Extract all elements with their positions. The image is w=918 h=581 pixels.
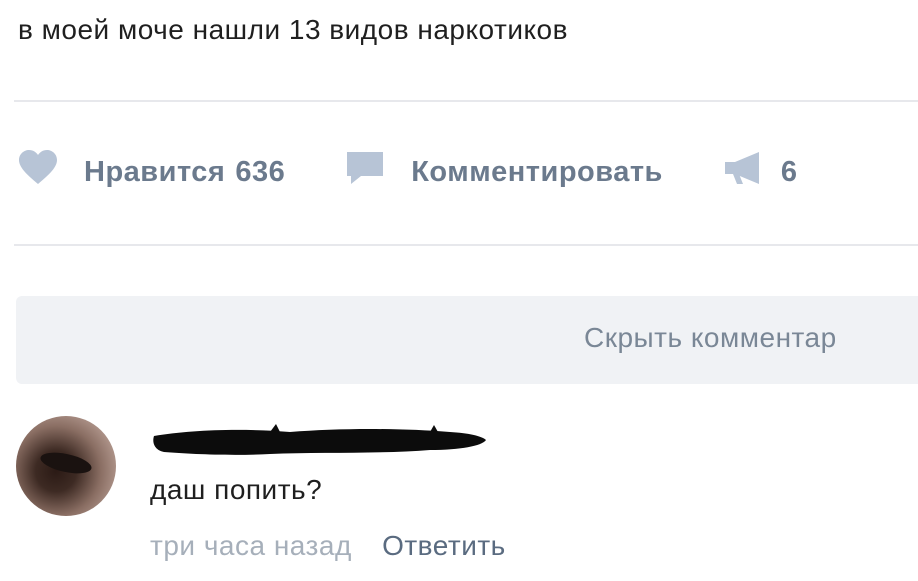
share-count: 6 — [780, 155, 798, 188]
heart-icon — [18, 150, 58, 194]
comment-button[interactable]: Комментировать — [345, 150, 663, 194]
redacted-author-name[interactable] — [150, 422, 490, 458]
like-count: 636 — [235, 155, 286, 188]
comment-label: Комментировать — [411, 155, 663, 188]
speech-bubble-icon — [345, 150, 385, 194]
megaphone-icon — [723, 150, 763, 194]
comment-text: даш попить? — [150, 474, 323, 505]
avatar-eye — [38, 448, 94, 478]
comment-meta: три часа назад Ответить — [150, 530, 506, 562]
post-text: в моей моче нашли 13 видов наркотиков — [18, 14, 568, 45]
comment-item: даш попить? три часа назад Ответить — [16, 412, 916, 572]
reply-link[interactable]: Ответить — [382, 530, 506, 561]
hide-comments-label: Скрыть комментар — [584, 322, 837, 353]
share-button[interactable]: 6 — [723, 150, 798, 194]
avatar[interactable] — [16, 416, 116, 516]
like-button[interactable]: Нравится 636 — [18, 150, 285, 194]
post-page: в моей моче нашли 13 видов наркотиков Нр… — [0, 0, 918, 581]
hide-comments-bar[interactable]: Скрыть комментар — [16, 296, 918, 384]
like-label: Нравится — [84, 155, 226, 188]
divider — [14, 100, 918, 102]
post-actions: Нравится 636 Комментировать 6 — [18, 148, 798, 196]
divider — [14, 244, 918, 246]
comment-timestamp[interactable]: три часа назад — [150, 530, 352, 561]
